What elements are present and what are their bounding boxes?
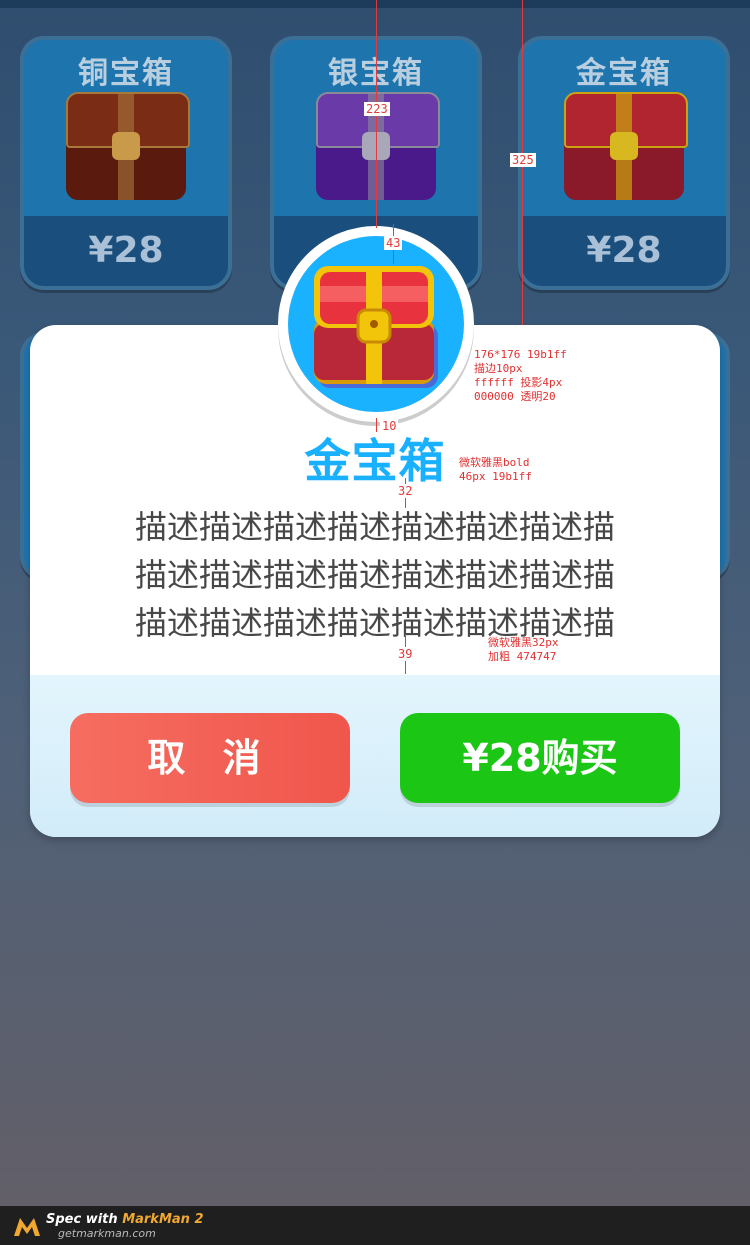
measure-label: 43: [384, 236, 403, 250]
chest-card-gold[interactable]: 金宝箱 ¥28: [518, 36, 730, 290]
markman-spec-text: Spec with MarkMan 2: [46, 1212, 204, 1227]
treasure-chest-icon: [314, 266, 438, 388]
measure-label: 325: [510, 153, 536, 167]
measure-label: 10: [380, 419, 399, 433]
top-strip: [0, 0, 750, 8]
dialog-description: 描述描述描述描述描述描述描述描 描述描述描述描述描述描述描述描 描述描述描述描述…: [112, 503, 638, 647]
card-price: ¥28: [24, 216, 228, 286]
measure-label: 32: [396, 484, 415, 498]
gold-chest-icon: [564, 92, 688, 204]
dialog-title: 金宝箱: [304, 434, 446, 488]
measure-line: [376, 418, 377, 432]
description-line: 描述描述描述描述描述描述描述描: [134, 508, 615, 546]
measure-label: 39: [396, 647, 415, 661]
chest-card-copper[interactable]: 铜宝箱 ¥28: [20, 36, 232, 290]
annotation-icon-spec: 176*176 19b1ff 描边10px ffffff 投影4px 00000…: [474, 348, 567, 403]
annotation-desc-spec: 微软雅黑32px 加粗 474747: [488, 636, 559, 663]
markman-footer: Spec with MarkMan 2 getmarkman.com: [0, 1206, 750, 1245]
copper-chest-icon: [66, 92, 190, 204]
card-name: 铜宝箱: [78, 56, 174, 91]
annotation-title-spec: 微软雅黑bold 46px 19b1ff: [459, 456, 532, 483]
cancel-button[interactable]: 取 消: [70, 713, 350, 803]
markman-url: getmarkman.com: [58, 1227, 156, 1240]
card-price: ¥28: [522, 216, 726, 286]
description-line: 描述描述描述描述描述描述描述描: [134, 556, 615, 594]
description-line: 描述描述描述描述描述描述描述描: [134, 604, 615, 642]
markman-logo-icon: [14, 1218, 40, 1236]
card-name: 金宝箱: [576, 56, 672, 91]
buy-button[interactable]: ¥28购买: [400, 713, 680, 803]
measure-label: 223: [364, 102, 390, 116]
gold-chest-badge: [278, 226, 474, 422]
